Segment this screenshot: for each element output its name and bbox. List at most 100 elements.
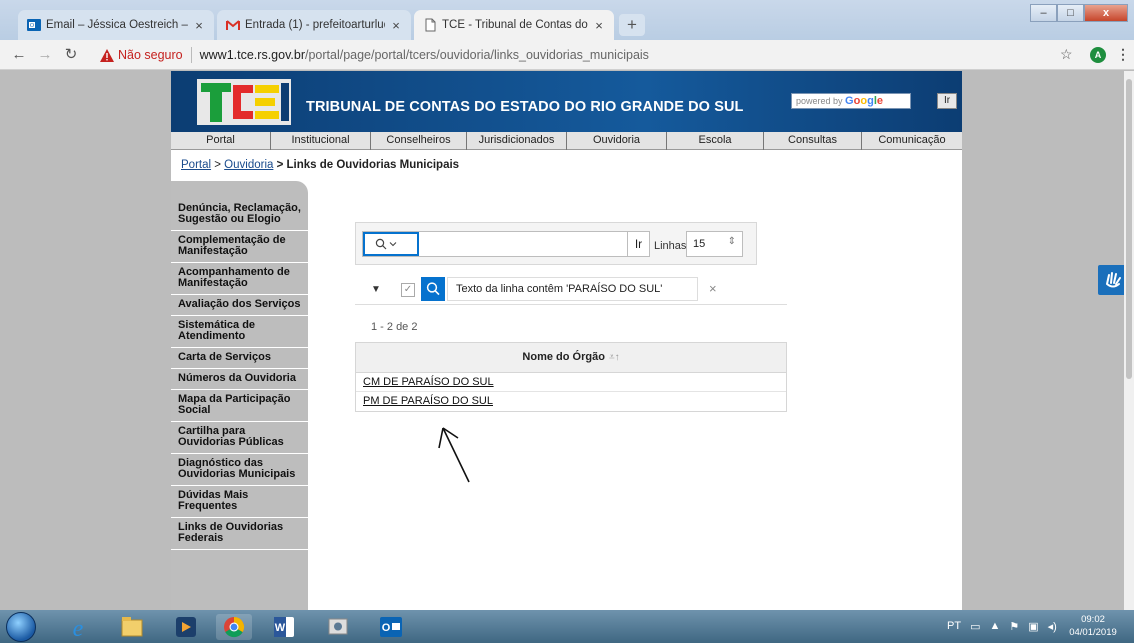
nav-ouvidoria[interactable]: Ouvidoria [567,132,667,150]
show-hidden-icons-icon[interactable]: ▲ [989,620,1000,633]
tab-close-button[interactable]: × [192,18,206,33]
google-search-button[interactable]: Ir [937,93,957,109]
side-menu: Denúncia, Reclamação, Sugestão ou Elogio… [171,181,308,610]
side-menu-item[interactable]: Complementação de Manifestação [171,231,308,263]
column-header[interactable]: Nome do Órgão ⩡↑ [356,343,786,373]
keyboard-icon[interactable]: ▭ [970,620,980,633]
report-search-bar: Ir Linhas 15 ⇕ [355,222,757,265]
start-button-icon[interactable] [6,612,36,642]
side-menu-item[interactable]: Mapa da Participação Social [171,390,308,422]
nav-jurisdicionados[interactable]: Jurisdicionados [467,132,567,150]
warning-icon [100,48,114,62]
taskbar-clock[interactable]: 09:02 04/01/2019 [1068,613,1118,639]
nav-escola[interactable]: Escola [667,132,764,150]
breadcrumb-current: Links de Ouvidorias Municipais [286,159,460,171]
pagination-info: 1 - 2 de 2 [371,321,418,333]
side-menu-item[interactable]: Carta de Serviços [171,348,308,369]
search-icon [375,238,387,250]
profile-avatar[interactable]: A [1090,47,1106,63]
security-label[interactable]: Não seguro [118,48,183,62]
side-menu-item[interactable]: Acompanhamento de Manifestação [171,263,308,295]
collapse-caret-icon[interactable]: ▼ [371,284,381,295]
site-banner: TRIBUNAL DE CONTAS DO ESTADO DO RIO GRAN… [171,71,962,132]
close-window-button[interactable]: x [1084,4,1128,22]
chrome-icon[interactable] [216,614,252,640]
clock-date: 04/01/2019 [1069,627,1117,638]
svg-text:e: e [73,616,84,640]
forward-icon[interactable]: → [36,46,54,64]
table-row: PM DE PARAÍSO DO SUL [356,392,786,411]
report-search-input[interactable] [362,231,628,257]
side-menu-item[interactable]: Diagnóstico das Ouvidorias Municipais [171,454,308,486]
minimize-button[interactable]: – [1030,4,1057,22]
orgao-link[interactable]: CM DE PARAÍSO DO SUL [363,376,494,388]
address-bar[interactable]: Não seguro www1.tce.rs.gov.br/portal/pag… [100,44,1050,66]
filter-enable-checkbox[interactable]: ✓ [401,283,415,297]
network-icon[interactable]: ▣ [1028,620,1038,633]
report-filter: ▼ ✓ Texto da linha contêm 'PARAÍSO DO SU… [355,277,787,305]
breadcrumb-ouvidoria-link[interactable]: Ouvidoria [224,159,273,171]
word-icon[interactable]: W [266,614,302,640]
rows-per-page-select[interactable]: 15 ⇕ [686,231,743,257]
rows-value: 15 [693,238,706,250]
nav-conselheiros[interactable]: Conselheiros [371,132,467,150]
svg-text:O: O [382,622,391,634]
outlook-taskbar-icon[interactable]: O [372,614,408,640]
maximize-button[interactable]: □ [1057,4,1084,22]
search-scope-button[interactable] [363,232,419,256]
nav-consultas[interactable]: Consultas [764,132,862,150]
tab-close-button[interactable]: × [592,18,606,33]
breadcrumb: Portal > Ouvidoria > Links de Ouvidorias… [181,159,459,171]
browser-menu-icon[interactable]: ⋮ [1116,46,1130,63]
tab-gmail[interactable]: Entrada (1) - prefeitoarturludwig × [217,10,411,40]
tce-logo[interactable] [197,79,291,125]
clock-time: 09:02 [1081,614,1105,625]
side-menu-item[interactable]: Números da Ouvidoria [171,369,308,390]
photo-viewer-icon[interactable] [320,614,356,640]
separator [190,47,192,63]
filter-search-icon[interactable] [421,277,445,301]
new-tab-button[interactable]: + [619,14,645,36]
orgao-link[interactable]: PM DE PARAÍSO DO SUL [363,395,493,407]
outlook-icon: O [27,19,41,31]
media-player-icon[interactable] [168,614,204,640]
internet-explorer-icon[interactable]: e [60,614,96,642]
filter-text[interactable]: Texto da linha contêm 'PARAÍSO DO SUL' [447,277,698,301]
google-letter: e [876,95,883,107]
bookmark-star-icon[interactable]: ☆ [1060,46,1073,63]
google-brand: Google [845,95,883,107]
nav-portal[interactable]: Portal [171,132,271,150]
remove-filter-icon[interactable]: × [709,281,717,296]
side-menu-item[interactable]: Cartilha para Ouvidorias Públicas [171,422,308,454]
page-viewport: TRIBUNAL DE CONTAS DO ESTADO DO RIO GRAN… [0,71,1130,610]
tab-tce[interactable]: TCE - Tribunal de Contas do Esta × [414,10,614,40]
report-go-button[interactable]: Ir [628,231,650,257]
google-search-input[interactable]: powered by Google [791,93,911,109]
column-header-label: Nome do Órgão [522,351,605,363]
side-menu-item[interactable]: Dúvidas Mais Frequentes [171,486,308,518]
language-indicator[interactable]: PT [947,620,961,633]
breadcrumb-portal-link[interactable]: Portal [181,159,211,171]
window-controls: – □ x [1030,4,1128,22]
windows-taskbar: e W O PT ▭ ▲ ⚑ ▣ ◂) 09:02 04/01/2019 [0,610,1134,643]
file-explorer-icon[interactable] [114,614,150,640]
scrollbar-thumb[interactable] [1126,79,1132,379]
side-menu-item[interactable]: Denúncia, Reclamação, Sugestão ou Elogio [171,199,308,231]
url-path: /portal/page/portal/tcers/ouvidoria/link… [304,48,649,62]
volume-icon[interactable]: ◂) [1048,620,1057,633]
page-icon [425,18,436,32]
nav-comunicacao[interactable]: Comunicação [862,132,962,150]
side-menu-item[interactable]: Avaliação dos Serviços [171,295,308,316]
nav-institucional[interactable]: Institucional [271,132,371,150]
tab-close-button[interactable]: × [389,18,403,33]
side-menu-item[interactable]: Sistemática de Atendimento [171,316,308,348]
tab-outlook[interactable]: O Email – Jéssica Oestreich – Outlo × [18,10,214,40]
back-icon[interactable]: ← [10,46,28,64]
side-menu-item[interactable]: Links de Ouvidorias Federais [171,518,308,550]
google-letter: g [867,95,874,107]
tab-title: Entrada (1) - prefeitoarturludwig [245,19,385,31]
page-scrollbar[interactable] [1124,71,1134,610]
reload-icon[interactable]: ↻ [62,46,80,64]
breadcrumb-separator: > [276,159,284,171]
action-center-flag-icon[interactable]: ⚑ [1009,620,1019,633]
